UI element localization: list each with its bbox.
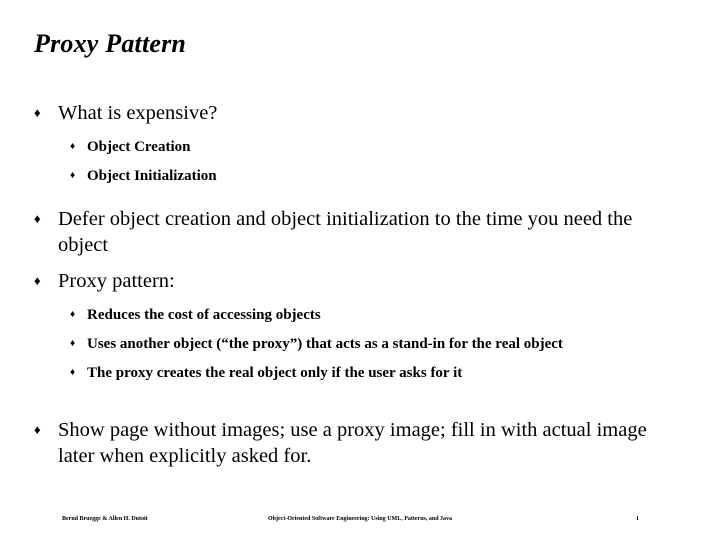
bullet-item: ♦ Defer object creation and object initi… <box>0 206 720 258</box>
sub-bullet-text: Object Creation <box>87 139 191 155</box>
diamond-sub-bullet-icon: ♦ <box>70 367 76 378</box>
diamond-sub-bullet-icon: ♦ <box>70 309 76 320</box>
sub-bullet-item: ♦ Object Initialization <box>0 165 720 187</box>
bullet-item: ♦ What is expensive? <box>0 100 720 126</box>
slide-canvas: Proxy Pattern ♦ What is expensive? ♦ Obj… <box>0 0 720 540</box>
bullet-text: Proxy pattern: <box>58 270 175 292</box>
sub-bullet-text: Uses another object (“the proxy”) that a… <box>87 336 563 352</box>
diamond-bullet-icon: ♦ <box>34 422 41 437</box>
sub-bullet-item: ♦ The proxy creates the real object only… <box>0 362 720 384</box>
footer-authors: Bernd Bruegge & Allen H. Dutoit <box>62 516 148 522</box>
diamond-sub-bullet-icon: ♦ <box>70 170 76 181</box>
footer-book-title: Object-Oriented Software Engineering: Us… <box>268 516 453 522</box>
diamond-bullet-icon: ♦ <box>34 273 41 288</box>
bullet-item: ♦ Proxy pattern: <box>0 268 720 294</box>
diamond-sub-bullet-icon: ♦ <box>70 141 76 152</box>
sub-bullet-item: ♦ Object Creation <box>0 136 720 158</box>
sub-bullet-text: Object Initialization <box>87 168 217 184</box>
footer-page-number: 1 <box>636 516 639 522</box>
bullet-text: Defer object creation and object initial… <box>58 208 633 256</box>
diamond-bullet-icon: ♦ <box>34 211 41 226</box>
slide-footer: Bernd Bruegge & Allen H. Dutoit Object-O… <box>0 512 720 528</box>
sub-bullet-item: ♦ Uses another object (“the proxy”) that… <box>0 333 720 355</box>
bullet-text: What is expensive? <box>58 102 218 124</box>
sub-bullet-text: Reduces the cost of accessing objects <box>87 307 321 323</box>
diamond-bullet-icon: ♦ <box>34 105 41 120</box>
slide-body: ♦ What is expensive? ♦ Object Creation ♦… <box>0 100 720 475</box>
sub-bullet-item: ♦ Reduces the cost of accessing objects <box>0 304 720 326</box>
sub-bullet-text: The proxy creates the real object only i… <box>87 365 463 381</box>
page-title: Proxy Pattern <box>34 29 187 58</box>
bullet-text: Show page without images; use a proxy im… <box>58 419 647 467</box>
diamond-sub-bullet-icon: ♦ <box>70 338 76 349</box>
bullet-item: ♦ Show page without images; use a proxy … <box>0 417 720 469</box>
